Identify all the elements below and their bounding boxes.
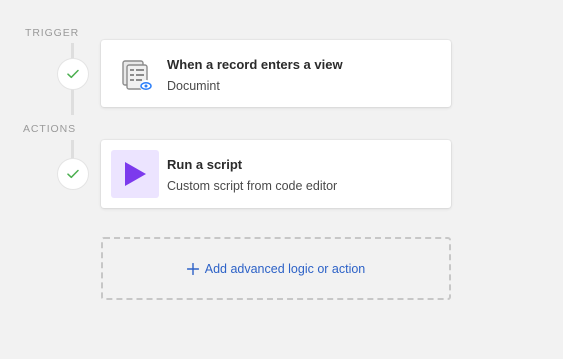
action-title: Run a script (167, 157, 243, 172)
trigger-title: When a record enters a view (167, 57, 343, 72)
action-status-indicator (57, 158, 89, 190)
action-card[interactable]: Run a script Custom script from code edi… (101, 140, 451, 208)
trigger-card[interactable]: When a record enters a view Documint (101, 40, 451, 107)
record-view-icon (111, 50, 159, 98)
automation-canvas: TRIGGER ACTIONS When a record enters a v… (0, 0, 563, 359)
timeline-connector (71, 89, 74, 115)
add-button-label: Add advanced logic or action (204, 261, 366, 276)
actions-section-label: ACTIONS (23, 123, 76, 135)
trigger-status-indicator (57, 58, 89, 90)
check-icon (67, 69, 79, 79)
timeline-connector (71, 43, 74, 59)
trigger-card-text: When a record enters a view Documint (167, 57, 343, 94)
add-advanced-logic-button[interactable]: Add advanced logic or action (101, 237, 451, 300)
trigger-subtitle: Documint (167, 79, 220, 93)
plus-icon (186, 262, 199, 275)
trigger-section-label: TRIGGER (25, 27, 80, 39)
action-subtitle: Custom script from code editor (167, 179, 338, 193)
check-icon (67, 169, 79, 179)
action-card-text: Run a script Custom script from code edi… (167, 157, 337, 194)
add-button-content: Add advanced logic or action (186, 261, 366, 276)
timeline-connector (71, 140, 74, 159)
play-icon (111, 150, 159, 198)
